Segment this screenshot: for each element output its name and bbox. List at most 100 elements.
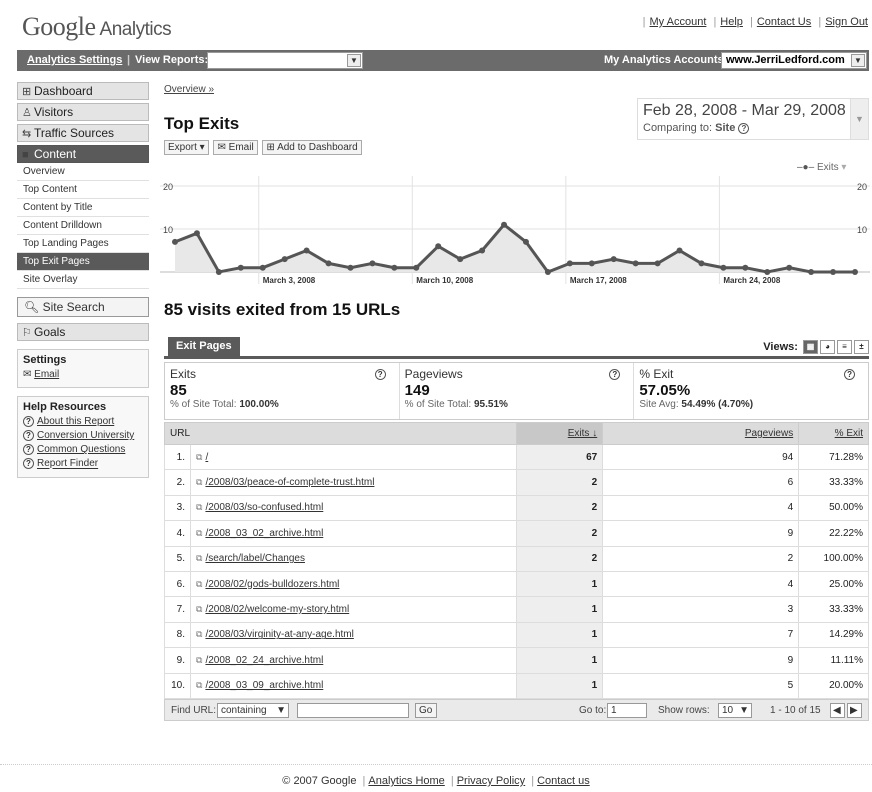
open-external-icon[interactable]: ⧉: [196, 553, 202, 563]
sidebar-item-content-by-title[interactable]: Content by Title: [17, 199, 149, 217]
privacy-policy-link[interactable]: Privacy Policy: [457, 775, 525, 787]
sidebar-item-top-landing-pages[interactable]: Top Landing Pages: [17, 235, 149, 253]
analytics-home-link[interactable]: Analytics Home: [368, 775, 444, 787]
scorecard-exits: Exits 85 % of Site Total: 100.00% ?: [165, 363, 400, 419]
pie-view-icon[interactable]: ◕: [820, 340, 835, 354]
conversion-university-link[interactable]: Conversion University: [37, 430, 134, 441]
site-search-button[interactable]: 🔍︎ Site Search: [17, 297, 149, 317]
chevron-down-icon: ▼: [276, 705, 286, 716]
email-button[interactable]: ✉ Email: [213, 140, 258, 155]
help-icon[interactable]: ?: [738, 122, 750, 134]
report-finder-link[interactable]: Report Finder: [37, 459, 98, 470]
sidebar-item-goals[interactable]: ⚐ Goals: [17, 323, 149, 341]
go-button[interactable]: Go: [415, 703, 437, 718]
table-row: 4. ⧉/2008_03_02_archive.html 2 9 22.22%: [164, 520, 869, 547]
match-type-select[interactable]: containing ▼: [217, 703, 289, 718]
open-external-icon[interactable]: ⧉: [196, 629, 202, 639]
row-exits: 2: [516, 494, 604, 522]
data-point: [172, 238, 178, 245]
row-url-link[interactable]: /2008/02/welcome-my-story.html: [205, 604, 349, 615]
data-point: [391, 264, 398, 271]
row-url-cell: ⧉/2008/02/gods-bulldozers.html: [189, 570, 518, 598]
help-icon: ?: [23, 416, 34, 427]
data-point: [808, 269, 815, 275]
help-link[interactable]: Help: [720, 16, 743, 28]
tab-exit-pages[interactable]: Exit Pages: [168, 337, 240, 356]
column-url[interactable]: URL: [163, 422, 518, 445]
breadcrumb[interactable]: Overview »: [164, 84, 214, 95]
bar-view-icon[interactable]: ≡: [837, 340, 852, 354]
sidebar-item-site-overlay[interactable]: Site Overlay: [17, 271, 149, 289]
row-url-link[interactable]: /2008_03_09_archive.html: [205, 680, 323, 691]
row-url-link[interactable]: /2008/03/virginity-at-any-age.html: [205, 629, 353, 640]
contact-us-link[interactable]: Contact Us: [757, 16, 811, 28]
help-icon[interactable]: ?: [844, 369, 856, 380]
date-range-picker[interactable]: Feb 28, 2008 - Mar 29, 2008 Comparing to…: [637, 98, 869, 140]
about-report-link[interactable]: About this Report: [37, 416, 114, 427]
prev-page-icon[interactable]: ◀: [830, 703, 845, 718]
show-rows-select[interactable]: 10 ▼: [718, 703, 752, 718]
sidebar-item-top-content[interactable]: Top Content: [17, 181, 149, 199]
sidebar-item-overview[interactable]: Overview: [17, 163, 149, 181]
logo-google: Google: [22, 12, 96, 41]
common-questions-link[interactable]: Common Questions: [37, 444, 125, 455]
table-row: 2. ⧉/2008/03/peace-of-complete-trust.html…: [164, 469, 869, 496]
sidebar-item-top-exit-pages[interactable]: Top Exit Pages: [17, 253, 149, 271]
row-url-link[interactable]: /2008/02/gods-bulldozers.html: [205, 579, 339, 590]
data-point: [369, 260, 376, 267]
open-external-icon[interactable]: ⧉: [196, 502, 202, 512]
column-exits[interactable]: Exits ↓: [568, 428, 597, 439]
open-external-icon[interactable]: ⧉: [196, 528, 202, 538]
open-external-icon[interactable]: ⧉: [196, 477, 202, 487]
row-url-cell: ⧉ /: [189, 443, 518, 471]
analytics-settings-link[interactable]: Analytics Settings: [27, 54, 122, 66]
chart-legend[interactable]: –●– Exits ▾: [797, 162, 846, 173]
help-icon: ?: [23, 444, 34, 456]
row-url-link[interactable]: /2008/03/so-confused.html: [205, 502, 323, 513]
export-button[interactable]: Export ▾: [164, 140, 209, 155]
open-external-icon[interactable]: ⧉: [196, 452, 202, 462]
next-page-icon[interactable]: ▶: [847, 703, 862, 718]
open-external-icon[interactable]: ⧉: [196, 604, 202, 614]
row-exit-pct: 33.33%: [798, 469, 869, 496]
my-account-link[interactable]: My Account: [650, 16, 707, 28]
open-external-icon[interactable]: ⧉: [196, 655, 202, 665]
row-url-link[interactable]: /search/label/Changes: [205, 553, 305, 564]
row-url-link[interactable]: /2008_03_02_archive.html: [205, 528, 323, 539]
sidebar-item-content-drilldown[interactable]: Content Drilldown: [17, 217, 149, 235]
open-external-icon[interactable]: ⧉: [196, 680, 202, 690]
contact-us-footer-link[interactable]: Contact us: [537, 775, 590, 787]
legend-exits: Exits: [816, 162, 839, 173]
add-to-dashboard-button[interactable]: ⊞ Add to Dashboard: [262, 140, 362, 155]
data-point: [852, 269, 858, 275]
find-url-input[interactable]: [297, 703, 409, 718]
column-pageviews[interactable]: Pageviews: [745, 428, 793, 439]
table-row: 8. ⧉/2008/03/virginity-at-any-age.html 1 7 1…: [164, 621, 869, 649]
chevron-down-icon[interactable]: ▼: [850, 99, 868, 139]
row-index: 1.: [164, 443, 191, 471]
row-url-link[interactable]: /: [205, 452, 208, 463]
report-toolbar: Export ▾ ✉ Email ⊞ Add to Dashboard: [164, 140, 364, 155]
sidebar-item-traffic-sources[interactable]: ⇆ Traffic Sources: [17, 124, 149, 142]
sidebar-item-visitors[interactable]: ♙ Visitors: [17, 103, 149, 121]
row-exits: 67: [516, 443, 604, 471]
compare-view-icon[interactable]: ±: [854, 340, 869, 354]
row-url-link[interactable]: /2008/03/peace-of-complete-trust.html: [205, 477, 374, 488]
sidebar-item-dashboard[interactable]: ⊞ Dashboard: [17, 82, 149, 100]
envelope-icon: ✉: [23, 369, 32, 380]
column-exit-pct[interactable]: % Exit: [835, 428, 863, 439]
data-point: [654, 260, 661, 267]
view-reports-select[interactable]: ▼: [207, 52, 363, 69]
data-point: [435, 243, 442, 250]
goto-input[interactable]: 1: [607, 703, 647, 718]
date-range-text: Feb 28, 2008 - Mar 29, 2008: [643, 102, 846, 119]
row-url-link[interactable]: /2008_02_24_archive.html: [205, 655, 323, 666]
account-select[interactable]: www.JerriLedford.com ▼: [721, 52, 867, 69]
sign-out-link[interactable]: Sign Out: [825, 16, 868, 28]
open-external-icon[interactable]: ⧉: [196, 579, 202, 589]
settings-email-link[interactable]: Email: [34, 369, 59, 380]
data-point: [347, 264, 354, 271]
help-icon[interactable]: ?: [374, 369, 386, 380]
table-view-icon[interactable]: ▦: [803, 340, 818, 354]
sidebar-item-content[interactable]: ■ Content: [17, 145, 149, 163]
